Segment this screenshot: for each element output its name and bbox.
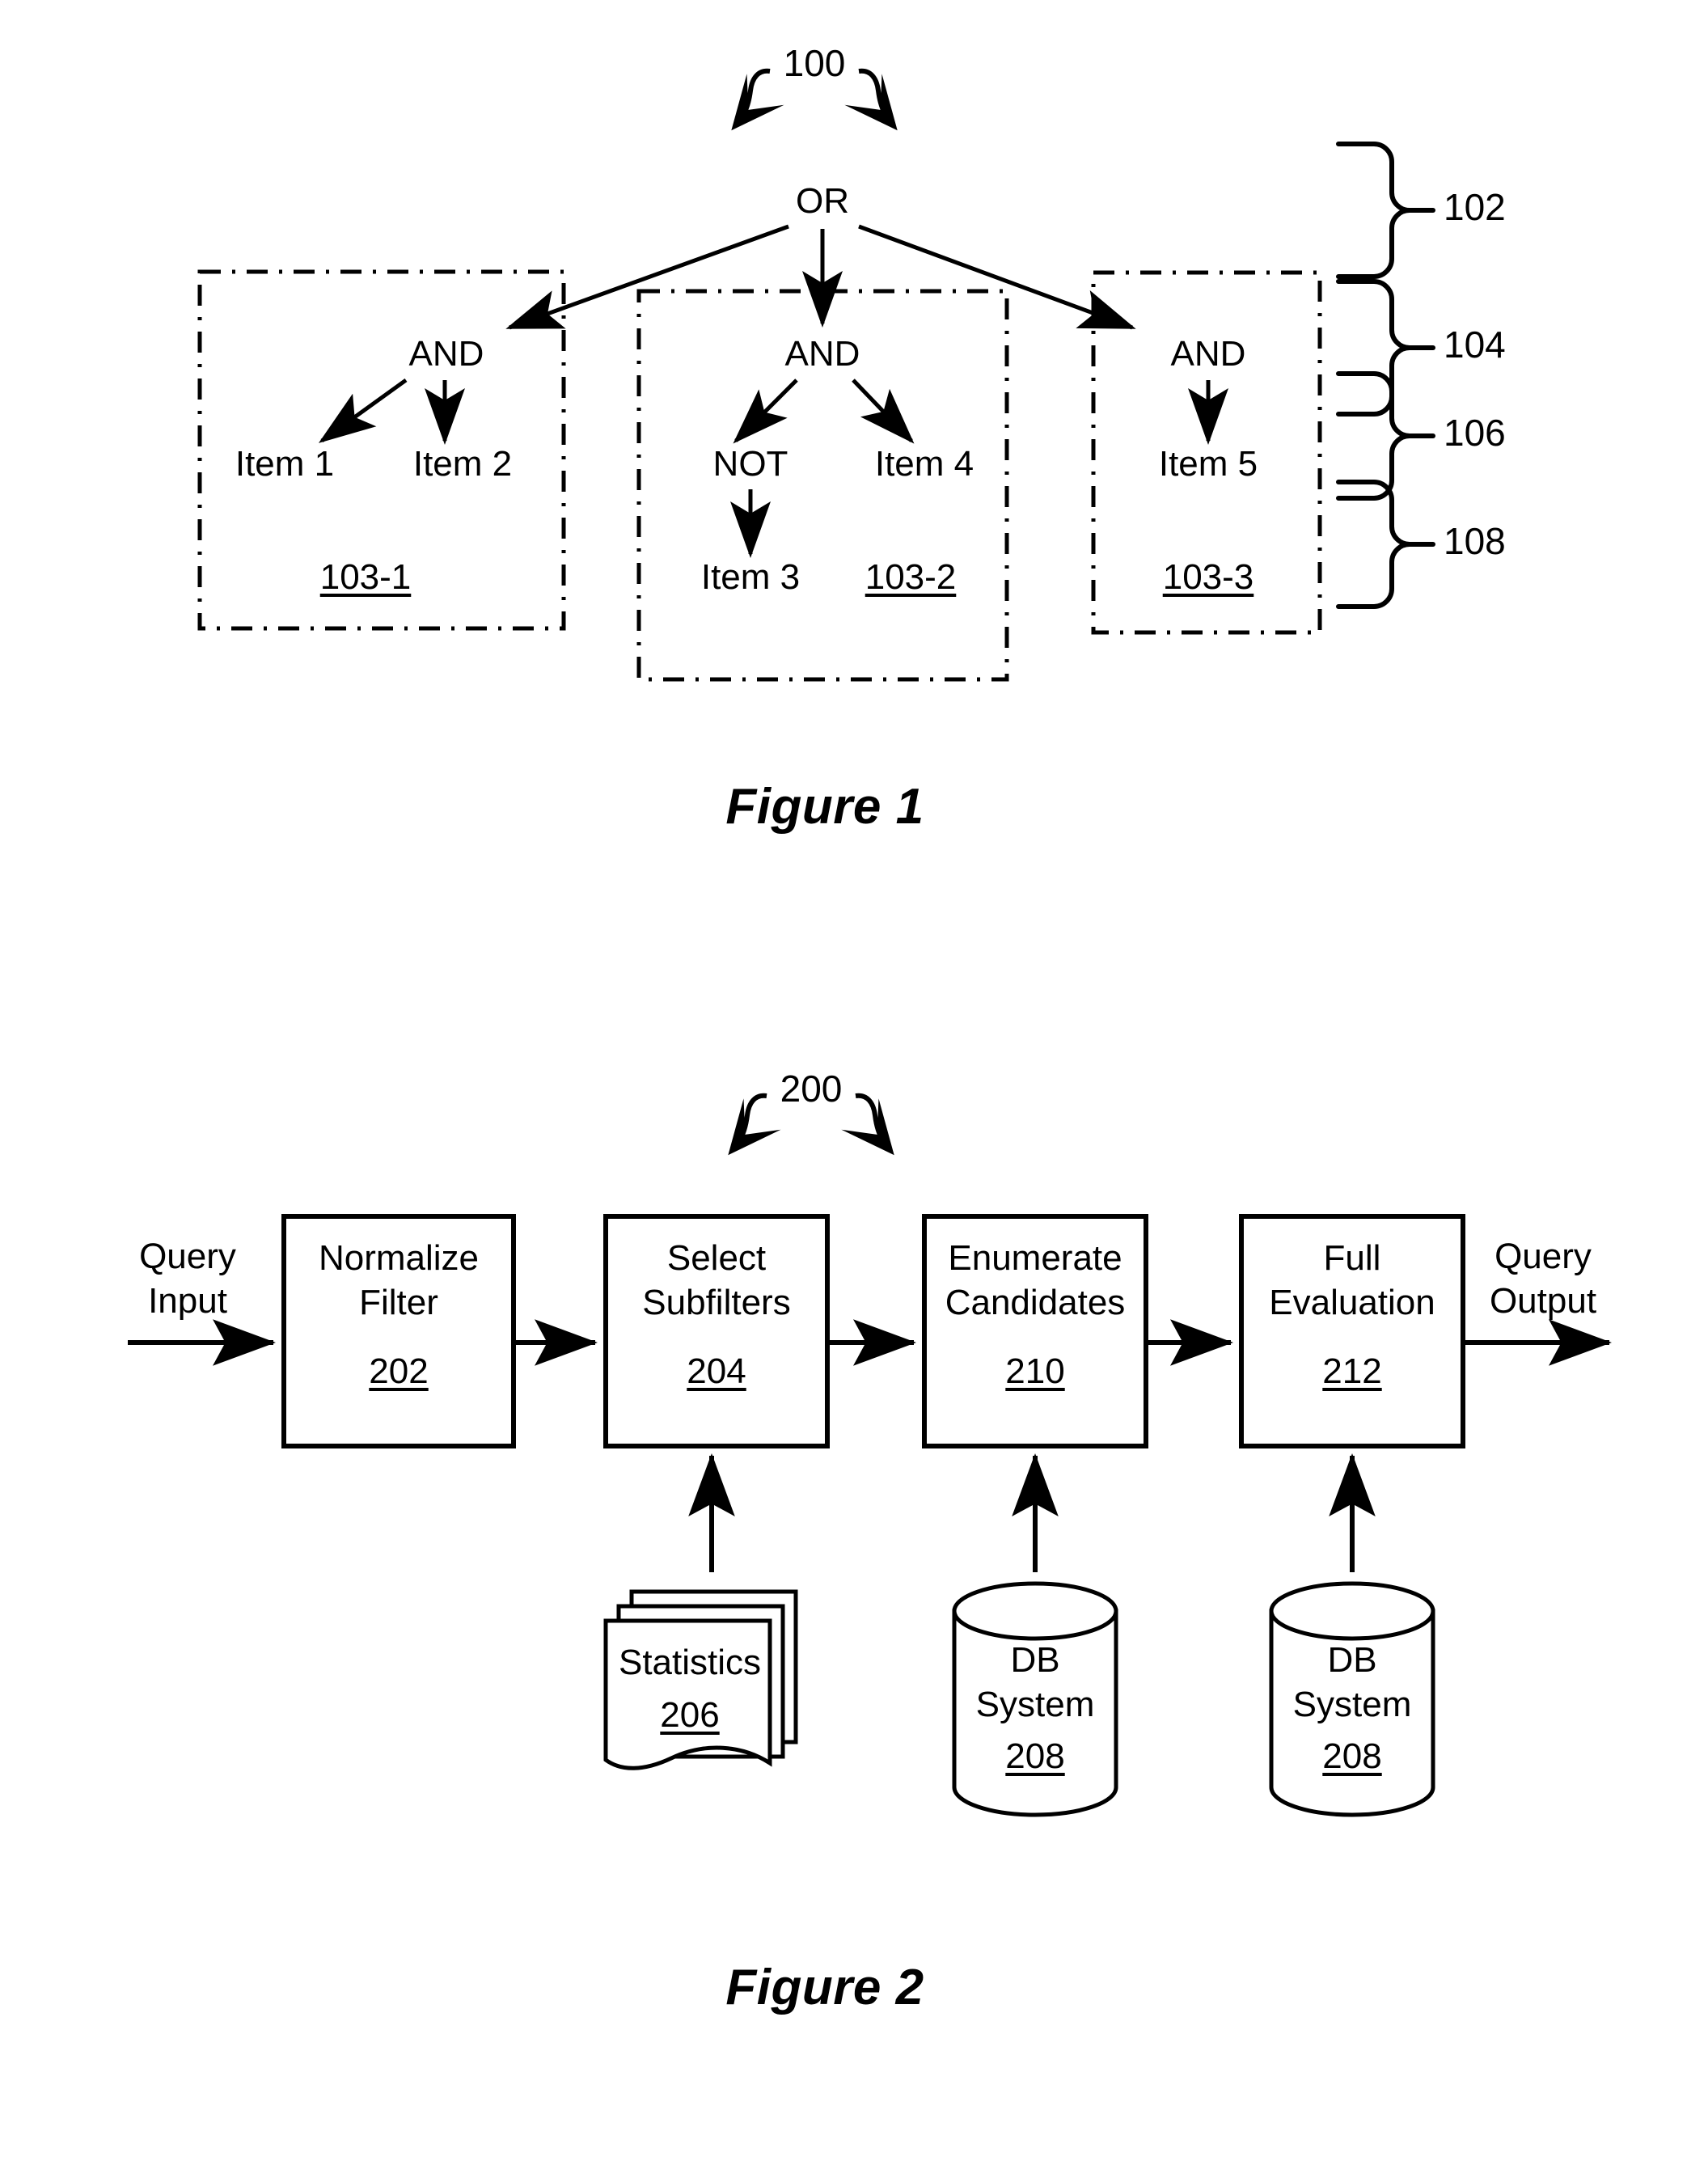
tree-node-or: OR [796,181,849,221]
fig1-brace-104 [1336,279,1435,417]
tree-node-and-3: AND [1170,334,1246,374]
patent-figure-sheet: 100 OR AND AND AND Item 1 Item 2 NOT Ite… [0,0,1708,2161]
brace-ref-106: 106 [1444,412,1506,454]
stage-4-title-line1: Full [1323,1238,1381,1278]
source-db-2-ref: 208 [1322,1736,1382,1776]
brace-ref-104: 104 [1444,324,1506,366]
tree-leaf-item-3: Item 3 [700,557,801,597]
stage-3-title-line1: Enumerate [948,1238,1122,1278]
group-ref-103-2: 103-2 [865,557,957,597]
stage-1-title-line1: Normalize [318,1238,480,1278]
source-statistics-title: Statistics [618,1643,762,1682]
figure-1-caption: Figure 1 [725,779,924,835]
source-db-2-title-line1: DB [1327,1640,1377,1680]
stage-3-title-line2: Candidates [945,1283,1126,1322]
source-db-1-title-line2: System [975,1685,1095,1724]
query-input-label-line2: Input [148,1281,227,1321]
fig1-edge-and2-to-not [733,378,798,444]
source-db-1-ref: 208 [1005,1736,1065,1776]
fig1-edge-and1-to-item1 [318,378,408,443]
stage-2-title-line2: Subfilters [642,1283,791,1322]
fig2-ref-leader-right [841,1093,894,1156]
brace-ref-102: 102 [1444,186,1506,228]
brace-ref-108: 108 [1444,520,1506,562]
tree-node-not: NOT [712,444,788,484]
fig1-ref-leader-right [844,68,898,131]
query-output-label-line1: Query [1494,1237,1592,1276]
fig1-edge-or-to-and3 [858,224,1136,330]
fig1-reference-number: 100 [783,42,846,84]
stage-1-ref: 202 [369,1351,429,1391]
stage-2-ref: 204 [687,1351,746,1391]
source-db-2-title-line2: System [1292,1685,1412,1724]
stage-3-ref: 210 [1005,1351,1065,1391]
stage-2-title-line1: Select [666,1238,767,1278]
fig2-reference-number: 200 [780,1068,843,1110]
fig1-brace-102 [1336,142,1435,279]
fig1-edge-and2-to-item4 [852,378,915,444]
source-db-1-title-line1: DB [1010,1640,1060,1680]
figure-2-caption: Figure 2 [725,1960,924,2015]
stage-1-title-line2: Filter [359,1283,438,1322]
tree-node-and-1: AND [408,334,484,374]
fig2-ref-leader-left [728,1093,781,1156]
tree-leaf-item-5: Item 5 [1158,444,1258,484]
source-statistics-ref: 206 [660,1695,720,1735]
fig1-brace-106 [1336,371,1435,501]
fig1-edge-or-to-and1 [505,224,789,330]
query-output-label-line2: Output [1489,1281,1597,1321]
fig1-brace-108 [1336,480,1435,609]
fig1-ref-leader-left [731,68,784,131]
stage-4-title-line2: Evaluation [1269,1283,1435,1322]
tree-leaf-item-4: Item 4 [874,444,974,484]
tree-node-and-2: AND [784,334,860,374]
stage-4-ref: 212 [1322,1351,1382,1391]
group-ref-103-3: 103-3 [1162,557,1254,597]
query-input-label-line1: Query [139,1237,236,1276]
group-ref-103-1: 103-1 [319,557,412,597]
tree-leaf-item-1: Item 1 [235,444,335,484]
tree-leaf-item-2: Item 2 [412,444,513,484]
